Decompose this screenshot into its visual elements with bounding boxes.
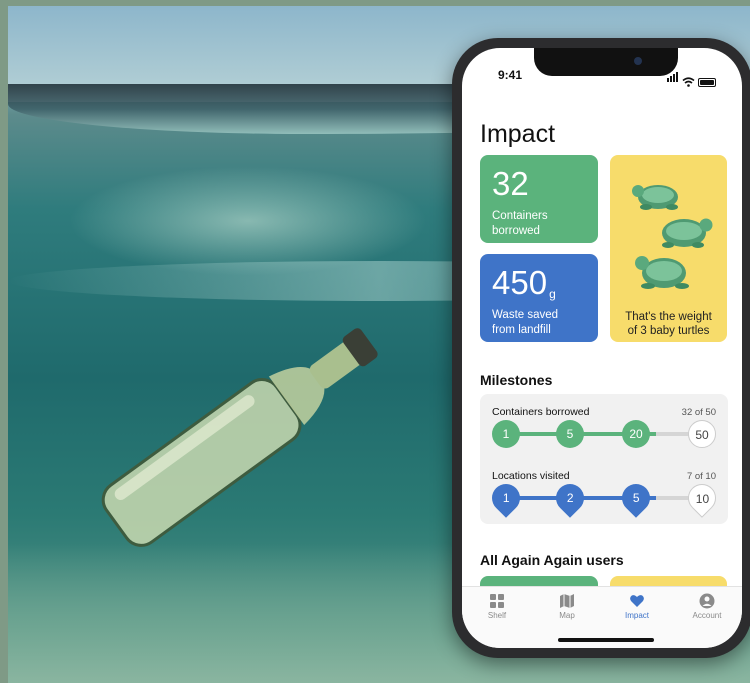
milestones-panel: Containers borrowed 32 of 50 1 5 20 50 L… xyxy=(480,394,728,524)
status-icons xyxy=(667,69,716,87)
waste-unit: g xyxy=(549,287,556,301)
containers-value: 32 xyxy=(492,165,529,202)
waste-number: 450 xyxy=(492,264,548,301)
waste-saved-card: 450 g Waste saved from landfill xyxy=(480,254,598,342)
glass-bottle-image xyxy=(101,328,378,547)
map-icon xyxy=(560,594,574,608)
turtle-caption: That's the weight of 3 baby turtles xyxy=(610,310,727,338)
containers-milestone-count: 32 of 50 xyxy=(681,407,716,418)
waste-label: Waste saved from landfill xyxy=(492,308,558,338)
notch xyxy=(534,48,678,76)
containers-step-2: 5 xyxy=(556,420,584,448)
turtles-illustration xyxy=(632,185,713,289)
tab-shelf[interactable]: Shelf xyxy=(462,587,532,648)
signal-icon xyxy=(667,69,679,87)
milestones-heading: Milestones xyxy=(480,372,553,388)
locations-step-2: 2 xyxy=(550,478,590,518)
account-icon xyxy=(699,593,715,609)
waste-label-line2: from landfill xyxy=(492,324,551,336)
tab-account[interactable]: Account xyxy=(672,587,742,648)
turtle-caption-line1: That's the weight xyxy=(625,311,712,323)
turtle-icon xyxy=(635,256,689,289)
locations-milestone-label: Locations visited xyxy=(492,470,570,482)
home-indicator[interactable] xyxy=(558,638,654,642)
tab-impact-label: Impact xyxy=(624,611,649,620)
status-time: 9:41 xyxy=(498,68,523,82)
locations-step-1: 1 xyxy=(486,478,526,518)
battery-icon xyxy=(698,78,716,87)
phone-frame: 9:41 Impact 32 Containers borrowed 450g xyxy=(452,38,750,658)
community-heading: All Again Again users xyxy=(480,552,624,568)
containers-milestone-label: Containers borrowed xyxy=(492,406,590,418)
phone-screen: 9:41 Impact 32 Containers borrowed 450g xyxy=(462,48,742,648)
locations-step-3: 5 xyxy=(616,478,656,518)
waste-label-line1: Waste saved xyxy=(492,309,559,321)
containers-step-4: 50 xyxy=(688,420,716,448)
locations-milestone-count: 7 of 10 xyxy=(686,471,716,482)
tab-shelf-label: Shelf xyxy=(487,611,507,620)
containers-label-line2: borrowed xyxy=(492,225,540,237)
heart-icon xyxy=(630,595,644,607)
locations-progress-track xyxy=(500,496,690,500)
waste-value: 450 g xyxy=(492,264,556,302)
containers-progress-track xyxy=(500,432,690,436)
tab-map-label: Map xyxy=(559,611,575,620)
grid-icon xyxy=(490,594,504,608)
page-title: Impact xyxy=(480,120,556,148)
containers-step-3: 20 xyxy=(622,420,650,448)
turtle-weight-card: That's the weight of 3 baby turtles xyxy=(610,155,727,342)
camera-icon xyxy=(634,57,642,65)
turtle-icon xyxy=(662,218,713,248)
containers-label-line1: Containers xyxy=(492,210,548,222)
containers-label: Containers borrowed xyxy=(492,209,548,239)
turtle-icon xyxy=(632,185,678,210)
tab-account-label: Account xyxy=(692,611,722,620)
light-reflection xyxy=(68,166,428,276)
wifi-icon xyxy=(682,77,695,87)
containers-step-1: 1 xyxy=(492,420,520,448)
turtle-caption-line2: of 3 baby turtles xyxy=(627,325,710,337)
locations-step-4: 10 xyxy=(682,478,722,518)
containers-borrowed-card: 32 Containers borrowed xyxy=(480,155,598,243)
